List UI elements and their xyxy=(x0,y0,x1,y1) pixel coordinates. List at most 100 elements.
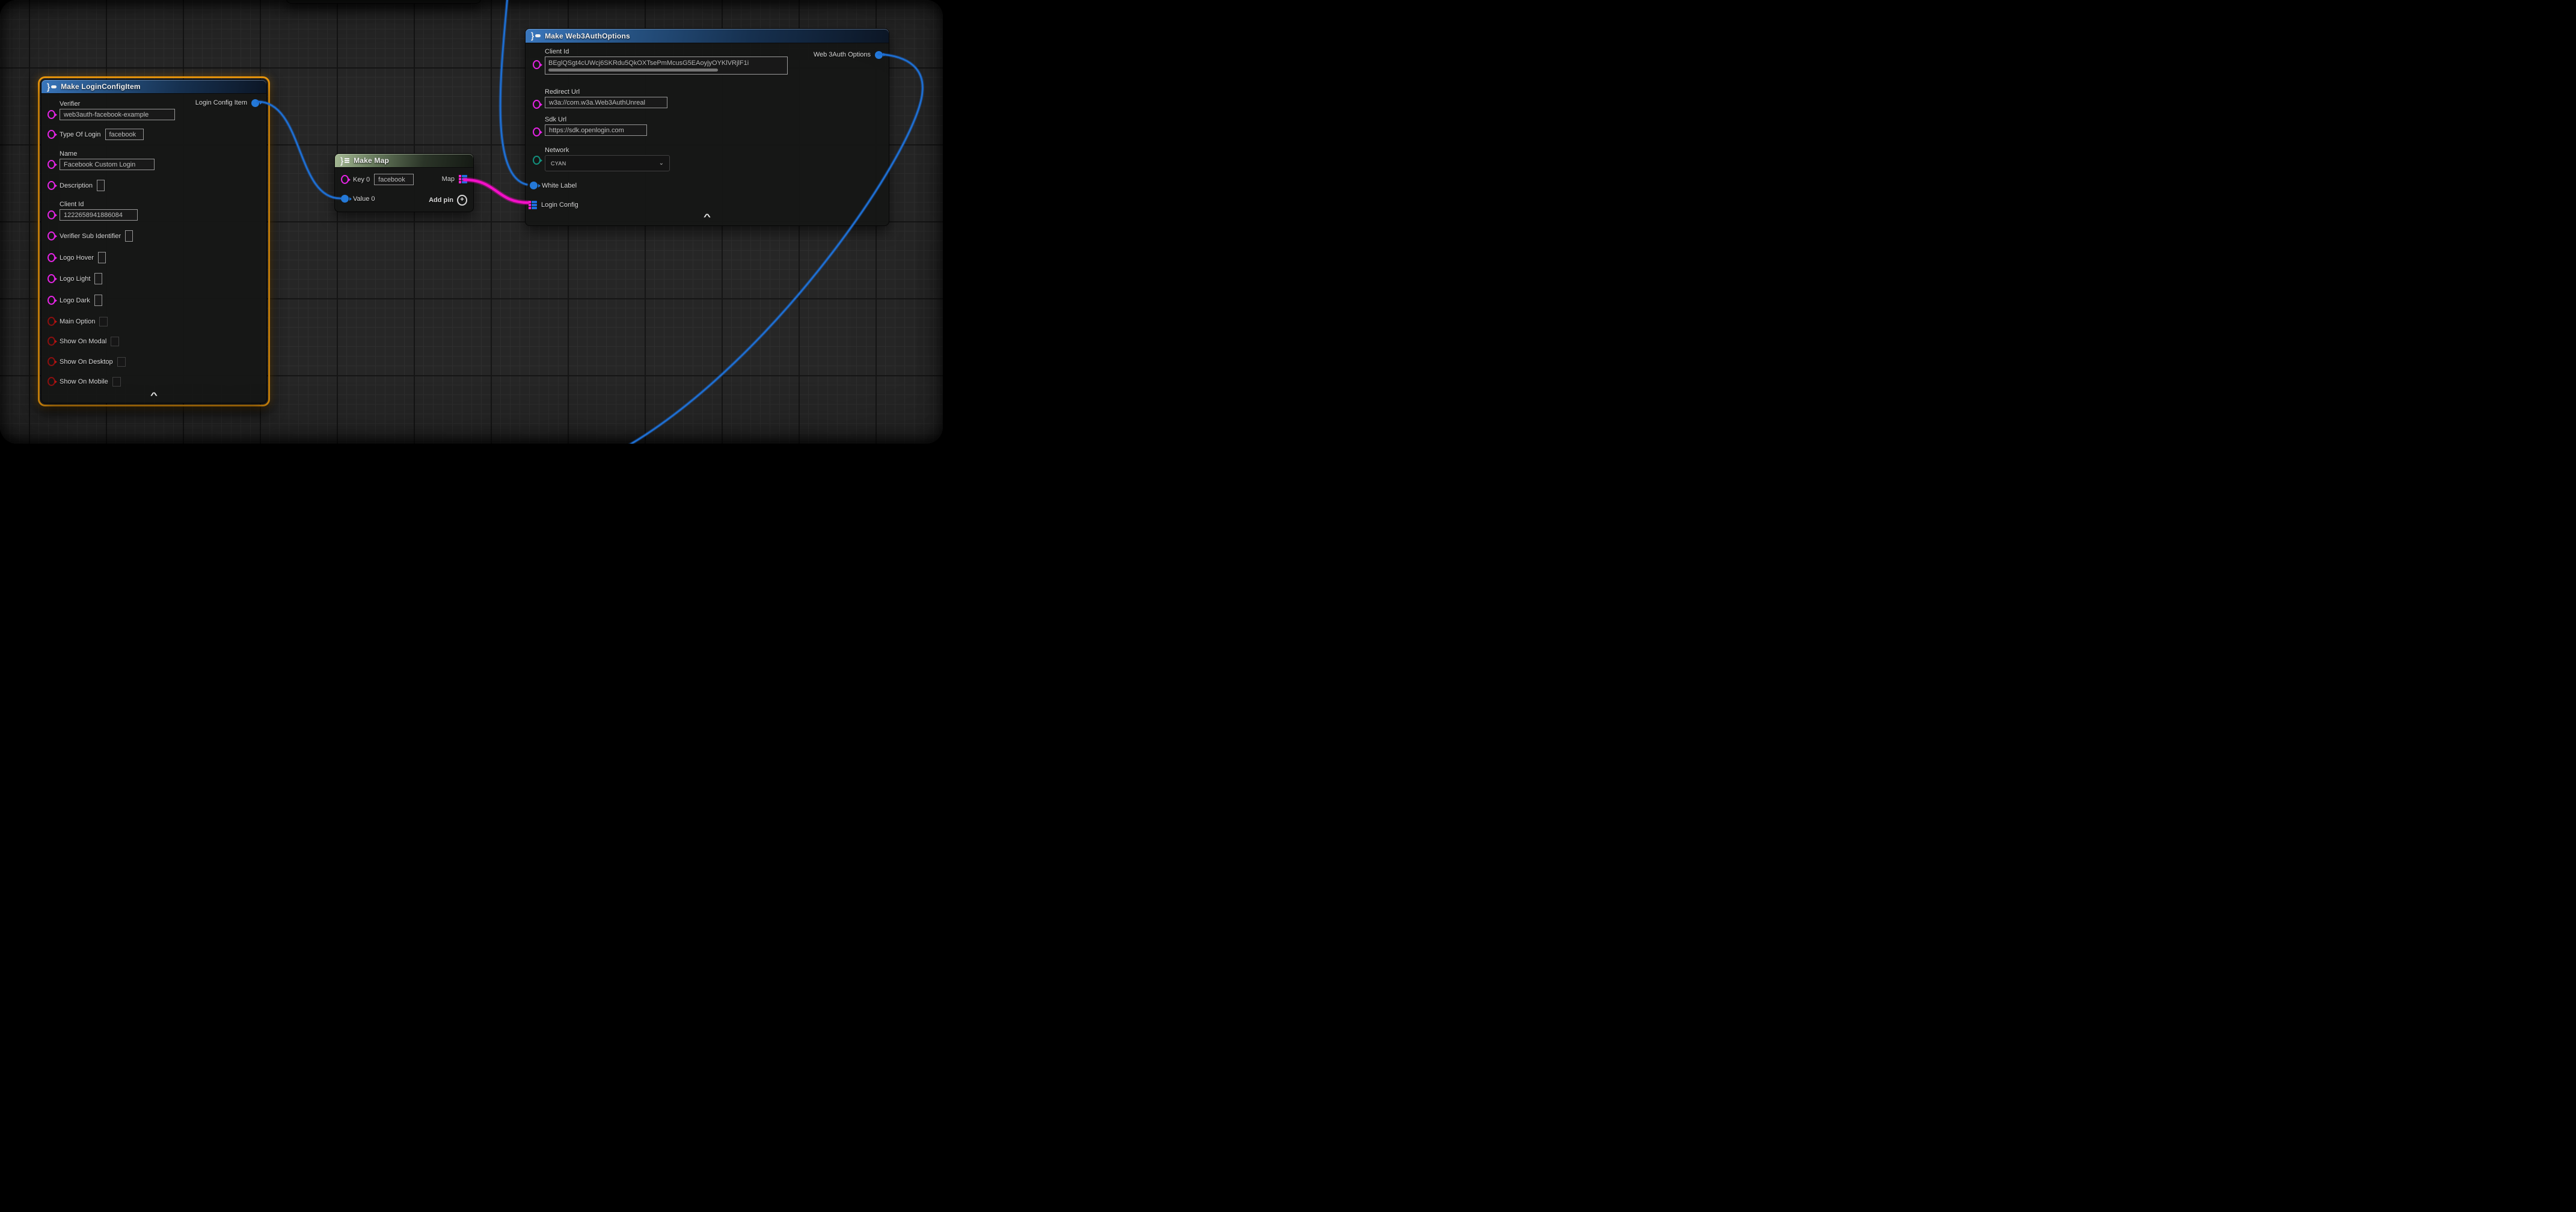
white-label-pin[interactable] xyxy=(530,182,538,189)
row-show-on-desktop: Show On Desktop xyxy=(48,356,126,367)
web3auth-options-output-label: Web 3Auth Options xyxy=(814,51,871,58)
row-client-id: Client Id 1222658941886084 xyxy=(48,201,138,221)
show-on-mobile-checkbox[interactable] xyxy=(112,377,121,387)
row-client-id: Client Id BEglQSgt4cUWcj6SKRdu5QkOXTsePm… xyxy=(533,48,788,75)
description-label: Description xyxy=(60,182,93,189)
collapse-node-button[interactable]: ^ xyxy=(150,393,158,399)
show-on-modal-label: Show On Modal xyxy=(60,338,106,345)
show-on-modal-checkbox[interactable] xyxy=(111,337,119,346)
verifier-sub-identifier-pin[interactable] xyxy=(48,231,55,240)
logo-light-input[interactable] xyxy=(94,273,102,284)
make-map-icon: } xyxy=(340,157,349,165)
logo-dark-input[interactable] xyxy=(94,295,102,306)
add-pin-button[interactable]: Add pin + xyxy=(429,195,467,206)
login-config-item-output-pin[interactable] xyxy=(251,99,259,107)
name-pin[interactable] xyxy=(48,160,55,169)
verifier-sub-identifier-label: Verifier Sub Identifier xyxy=(60,233,121,240)
logo-hover-input[interactable] xyxy=(98,252,106,263)
redirect-url-pin[interactable] xyxy=(533,100,541,109)
main-option-checkbox[interactable] xyxy=(99,317,108,326)
offscreen-node[interactable] xyxy=(286,0,481,4)
row-type-of-login: Type Of Login facebook xyxy=(48,129,144,140)
network-label: Network xyxy=(545,147,670,154)
map-output-pin[interactable] xyxy=(459,175,467,183)
client-id-input[interactable]: BEglQSgt4cUWcj6SKRdu5QkOXTsePmMcusG5EAoy… xyxy=(545,57,788,75)
description-pin[interactable] xyxy=(48,181,55,190)
key-0-label: Key 0 xyxy=(353,176,370,183)
logo-dark-label: Logo Dark xyxy=(60,297,90,304)
login-config-pin[interactable] xyxy=(529,201,537,209)
logo-dark-pin[interactable] xyxy=(48,296,55,305)
network-selected-value: CYAN xyxy=(551,161,566,167)
verifier-sub-identifier-input[interactable] xyxy=(125,230,133,242)
node-title: Make Map xyxy=(354,156,389,165)
chevron-down-icon: ⌄ xyxy=(659,160,664,167)
row-value-0: Value 0 xyxy=(341,193,375,204)
name-label: Name xyxy=(60,150,155,158)
client-id-pin[interactable] xyxy=(48,210,55,219)
output-pin-label: Login Config Item xyxy=(195,99,247,106)
wire-top-to-white-label[interactable] xyxy=(500,0,527,185)
login-config-label: Login Config xyxy=(541,201,578,209)
wire-top-to-white-label-core xyxy=(500,0,527,185)
node-header-make-loginconfigitem[interactable]: } Make LoginConfigItem xyxy=(41,80,266,94)
logo-light-pin[interactable] xyxy=(48,274,55,283)
row-key-0: Key 0 facebook xyxy=(341,174,414,185)
description-input[interactable] xyxy=(97,180,105,191)
show-on-modal-pin[interactable] xyxy=(48,337,55,346)
network-pin[interactable] xyxy=(533,156,541,165)
value-0-label: Value 0 xyxy=(353,195,375,203)
output-row-login-config-item: Login Config Item xyxy=(195,99,259,107)
row-network: Network CYAN ⌄ xyxy=(533,147,670,171)
row-redirect-url: Redirect Url w3a://com.w3a.Web3AuthUnrea… xyxy=(533,88,667,109)
output-row-web3auth-options: Web 3Auth Options xyxy=(814,50,883,59)
row-name: Name Facebook Custom Login xyxy=(48,150,155,170)
graph-canvas[interactable]: } Make LoginConfigItem Login Config Item… xyxy=(0,0,943,444)
client-id-value: BEglQSgt4cUWcj6SKRdu5QkOXTsePmMcusG5EAoy… xyxy=(548,60,784,67)
sdk-url-pin[interactable] xyxy=(533,127,541,136)
key-0-input[interactable]: facebook xyxy=(374,174,414,185)
map-output-label: Map xyxy=(442,176,455,183)
type-of-login-label: Type Of Login xyxy=(60,131,101,138)
white-label-label: White Label xyxy=(542,182,577,189)
client-id-input[interactable]: 1222658941886084 xyxy=(60,209,138,221)
logo-hover-label: Logo Hover xyxy=(60,254,94,262)
redirect-url-input[interactable]: w3a://com.w3a.Web3AuthUnreal xyxy=(545,97,667,108)
logo-light-label: Logo Light xyxy=(60,275,90,283)
make-struct-icon: } xyxy=(531,32,541,40)
row-verifier-sub-identifier: Verifier Sub Identifier xyxy=(48,230,133,242)
row-white-label: White Label xyxy=(530,180,577,191)
output-row-map: Map xyxy=(442,175,467,183)
node-header-make-web3authoptions[interactable]: } Make Web3AuthOptions xyxy=(526,29,889,43)
verifier-input[interactable]: web3auth-facebook-example xyxy=(60,109,175,120)
show-on-desktop-pin[interactable] xyxy=(48,357,55,366)
client-id-pin[interactable] xyxy=(533,60,541,69)
web3auth-options-output-pin[interactable] xyxy=(875,51,883,59)
client-id-label: Client Id xyxy=(545,48,788,55)
collapse-node-button[interactable]: ^ xyxy=(704,214,711,220)
type-of-login-pin[interactable] xyxy=(48,130,55,139)
logo-hover-pin[interactable] xyxy=(48,253,55,262)
key-0-pin[interactable] xyxy=(341,175,349,184)
name-input[interactable]: Facebook Custom Login xyxy=(60,159,155,170)
blueprint-editor: } Make LoginConfigItem Login Config Item… xyxy=(0,0,943,444)
client-id-scrollbar[interactable] xyxy=(548,69,718,72)
node-title: Make Web3AuthOptions xyxy=(545,32,630,40)
show-on-desktop-checkbox[interactable] xyxy=(117,357,126,367)
row-description: Description xyxy=(48,180,105,191)
value-0-pin[interactable] xyxy=(341,195,349,203)
type-of-login-input[interactable]: facebook xyxy=(105,129,144,140)
node-make-web3authoptions[interactable]: } Make Web3AuthOptions Web 3Auth Options… xyxy=(525,28,889,226)
row-main-option: Main Option xyxy=(48,316,108,327)
sdk-url-input[interactable]: https://sdk.openlogin.com xyxy=(545,124,647,136)
verifier-pin[interactable] xyxy=(48,110,55,119)
main-option-pin[interactable] xyxy=(48,317,55,326)
network-dropdown[interactable]: CYAN ⌄ xyxy=(545,155,670,171)
node-title: Make LoginConfigItem xyxy=(61,82,141,91)
sdk-url-label: Sdk Url xyxy=(545,116,647,123)
redirect-url-label: Redirect Url xyxy=(545,88,667,96)
node-make-map[interactable]: } Make Map Key 0 facebook Map Value 0 Ad… xyxy=(334,153,474,212)
show-on-mobile-pin[interactable] xyxy=(48,377,55,386)
node-header-make-map[interactable]: } Make Map xyxy=(335,154,473,168)
node-make-loginconfigitem[interactable]: } Make LoginConfigItem Login Config Item… xyxy=(38,76,270,406)
